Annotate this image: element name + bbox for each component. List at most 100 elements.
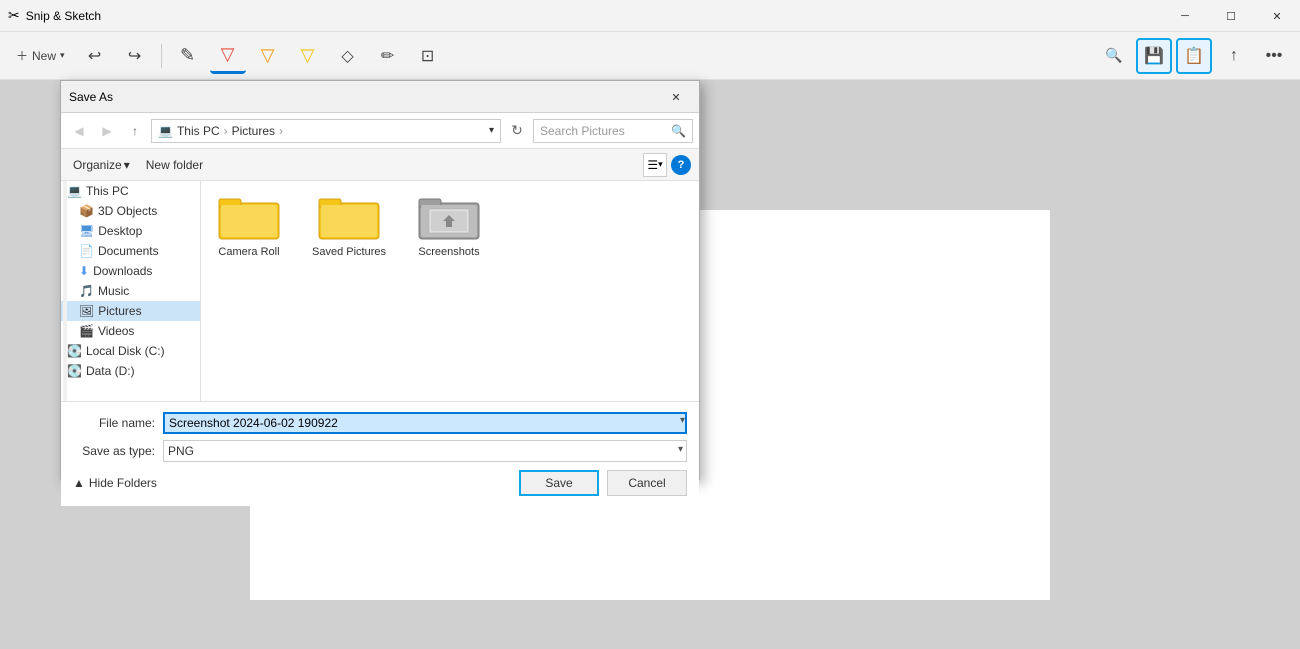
toolbar: ＋ New ▾ ↩ ↪ ✎ ▽ ▽ ▽ ◇ ✏ ⊡ [0,32,1300,80]
sidebar-item-pictures[interactable]: 🖼 Pictures [61,301,200,321]
breadcrumb-pictures: Pictures [232,124,275,138]
sidebar-item-downloads[interactable]: ⬇ Downloads [61,261,200,281]
videos-label: Videos [98,324,134,338]
sidebar-item-documents[interactable]: 📄 Documents [61,241,200,261]
dialog-close-button[interactable]: ✕ [653,81,699,113]
share-button[interactable]: ↑ [1216,38,1252,74]
eraser-button[interactable]: ◇ [330,38,366,74]
pencil-button[interactable]: ▽ [250,38,286,74]
pictures-label: Pictures [98,304,141,318]
refresh-button[interactable]: ↻ [505,119,529,143]
undo-icon: ↩ [88,46,101,66]
address-bar: ◀ ▶ ↑ 💻 This PC › Pictures › ▾ ↻ Search … [61,113,699,149]
zoom-button[interactable]: 🔍 [1096,38,1132,74]
new-folder-label: New folder [146,158,203,172]
folder-saved-pictures[interactable]: Saved Pictures [309,189,389,259]
close-button[interactable]: ✕ [1254,0,1300,32]
search-icon: 🔍 [671,124,686,138]
back-button[interactable]: ◀ [67,119,91,143]
cancel-label: Cancel [628,476,665,490]
maximize-button[interactable]: ☐ [1208,0,1254,32]
breadcrumb-chevron[interactable]: ▾ [489,125,494,136]
save-as-dialog: Save As ✕ ◀ ▶ ↑ 💻 This PC › Pictures › ▾… [60,80,700,480]
music-icon: 🎵 [79,284,94,298]
hide-folders-label: Hide Folders [89,476,157,490]
saved-pictures-label: Saved Pictures [312,245,386,259]
ballpoint-pen-button[interactable]: ▽ [210,38,246,74]
savetype-dropdown-arrow: ▾ [678,444,683,455]
new-label: New [32,49,56,63]
more-button[interactable]: ••• [1256,38,1292,74]
view-controls: ☰ ▾ ? [643,153,691,177]
undo-button[interactable]: ↩ [77,38,113,74]
music-label: Music [98,284,129,298]
data-label: Data (D:) [86,364,135,378]
view-mode-icon: ☰ [647,158,658,172]
title-bar-controls: ─ ☐ ✕ [1162,0,1300,32]
toolbar-left: ＋ New ▾ ↩ ↪ ✎ ▽ ▽ ▽ ◇ ✏ ⊡ [8,38,1092,74]
search-box[interactable]: Search Pictures 🔍 [533,119,693,143]
camera-roll-label: Camera Roll [218,245,279,259]
breadcrumb[interactable]: 💻 This PC › Pictures › ▾ [151,119,501,143]
share-icon: ↑ [1230,47,1238,65]
hide-folders-chevron: ▲ [73,476,85,490]
cancel-button[interactable]: Cancel [607,470,687,496]
help-icon: ? [678,159,685,171]
dialog-bottom: File name: ▾ Save as type: PNG JPEG GIF … [61,401,699,506]
new-folder-button[interactable]: New folder [142,156,207,174]
documents-icon: 📄 [79,244,94,258]
3d-objects-icon: 📦 [79,204,94,218]
forward-button[interactable]: ▶ [95,119,119,143]
save-button-toolbar[interactable]: 💾 [1136,38,1172,74]
sidebar-item-local-disk[interactable]: 💽 Local Disk (C:) [61,341,200,361]
sidebar-item-music[interactable]: 🎵 Music [61,281,200,301]
touch-writing-button[interactable]: ✎ [170,38,206,74]
highlighter-button[interactable]: ▽ [290,38,326,74]
copy-button[interactable]: 📋 [1176,38,1212,74]
crop-button[interactable]: ⊡ [410,38,446,74]
more-icon: ••• [1266,47,1283,65]
save-dialog-button[interactable]: Save [519,470,599,496]
sidebar: 💻 This PC 📦 3D Objects 🖥 Desktop 📄 Docum… [61,181,201,401]
crop-icon: ⊡ [421,46,434,66]
files-area: Camera Roll Saved Pictures [201,181,699,401]
app-title: Snip & Sketch [26,9,101,23]
pen-button[interactable]: ✏ [370,38,406,74]
sidebar-item-3d-objects[interactable]: 📦 3D Objects [61,201,200,221]
videos-icon: 🎬 [79,324,94,338]
hide-folders-button[interactable]: ▲ Hide Folders [73,476,157,490]
redo-icon: ↪ [128,46,141,66]
sidebar-item-data[interactable]: 💽 Data (D:) [61,361,200,381]
filename-input[interactable] [163,412,687,434]
sidebar-item-this-pc[interactable]: 💻 This PC [61,181,200,201]
filename-dropdown-arrow[interactable]: ▾ [680,415,685,426]
desktop-icon: 🖥 [79,224,94,238]
screenshots-label: Screenshots [418,245,479,259]
touch-writing-icon: ✎ [180,45,195,66]
search-placeholder: Search Pictures [540,124,667,138]
this-pc-icon: 💻 [67,184,82,198]
minimize-button[interactable]: ─ [1162,0,1208,32]
dialog-titlebar: Save As ✕ [61,81,699,113]
redo-button[interactable]: ↪ [117,38,153,74]
organize-button[interactable]: Organize ▾ [69,156,134,174]
view-mode-button[interactable]: ☰ ▾ [643,153,667,177]
new-button[interactable]: ＋ New ▾ [8,38,73,74]
organize-chevron: ▾ [124,158,130,172]
sidebar-item-desktop[interactable]: 🖥 Desktop [61,221,200,241]
sidebar-item-videos[interactable]: 🎬 Videos [61,321,200,341]
local-disk-label: Local Disk (C:) [86,344,165,358]
downloads-label: Downloads [93,264,152,278]
pencil-icon: ▽ [261,45,275,66]
save-icon: 💾 [1144,46,1164,66]
folder-screenshots[interactable]: Screenshots [409,189,489,259]
ballpoint-pen-icon: ▽ [221,44,235,65]
this-pc-label: This PC [86,184,129,198]
up-button[interactable]: ↑ [123,119,147,143]
savetype-select[interactable]: PNG JPEG GIF BMP [163,440,687,462]
help-button[interactable]: ? [671,155,691,175]
filename-label: File name: [73,416,163,430]
folder-camera-roll[interactable]: Camera Roll [209,189,289,259]
toolbar-right: 🔍 💾 📋 ↑ ••• [1096,38,1292,74]
savetype-select-wrap: PNG JPEG GIF BMP ▾ [163,440,687,462]
